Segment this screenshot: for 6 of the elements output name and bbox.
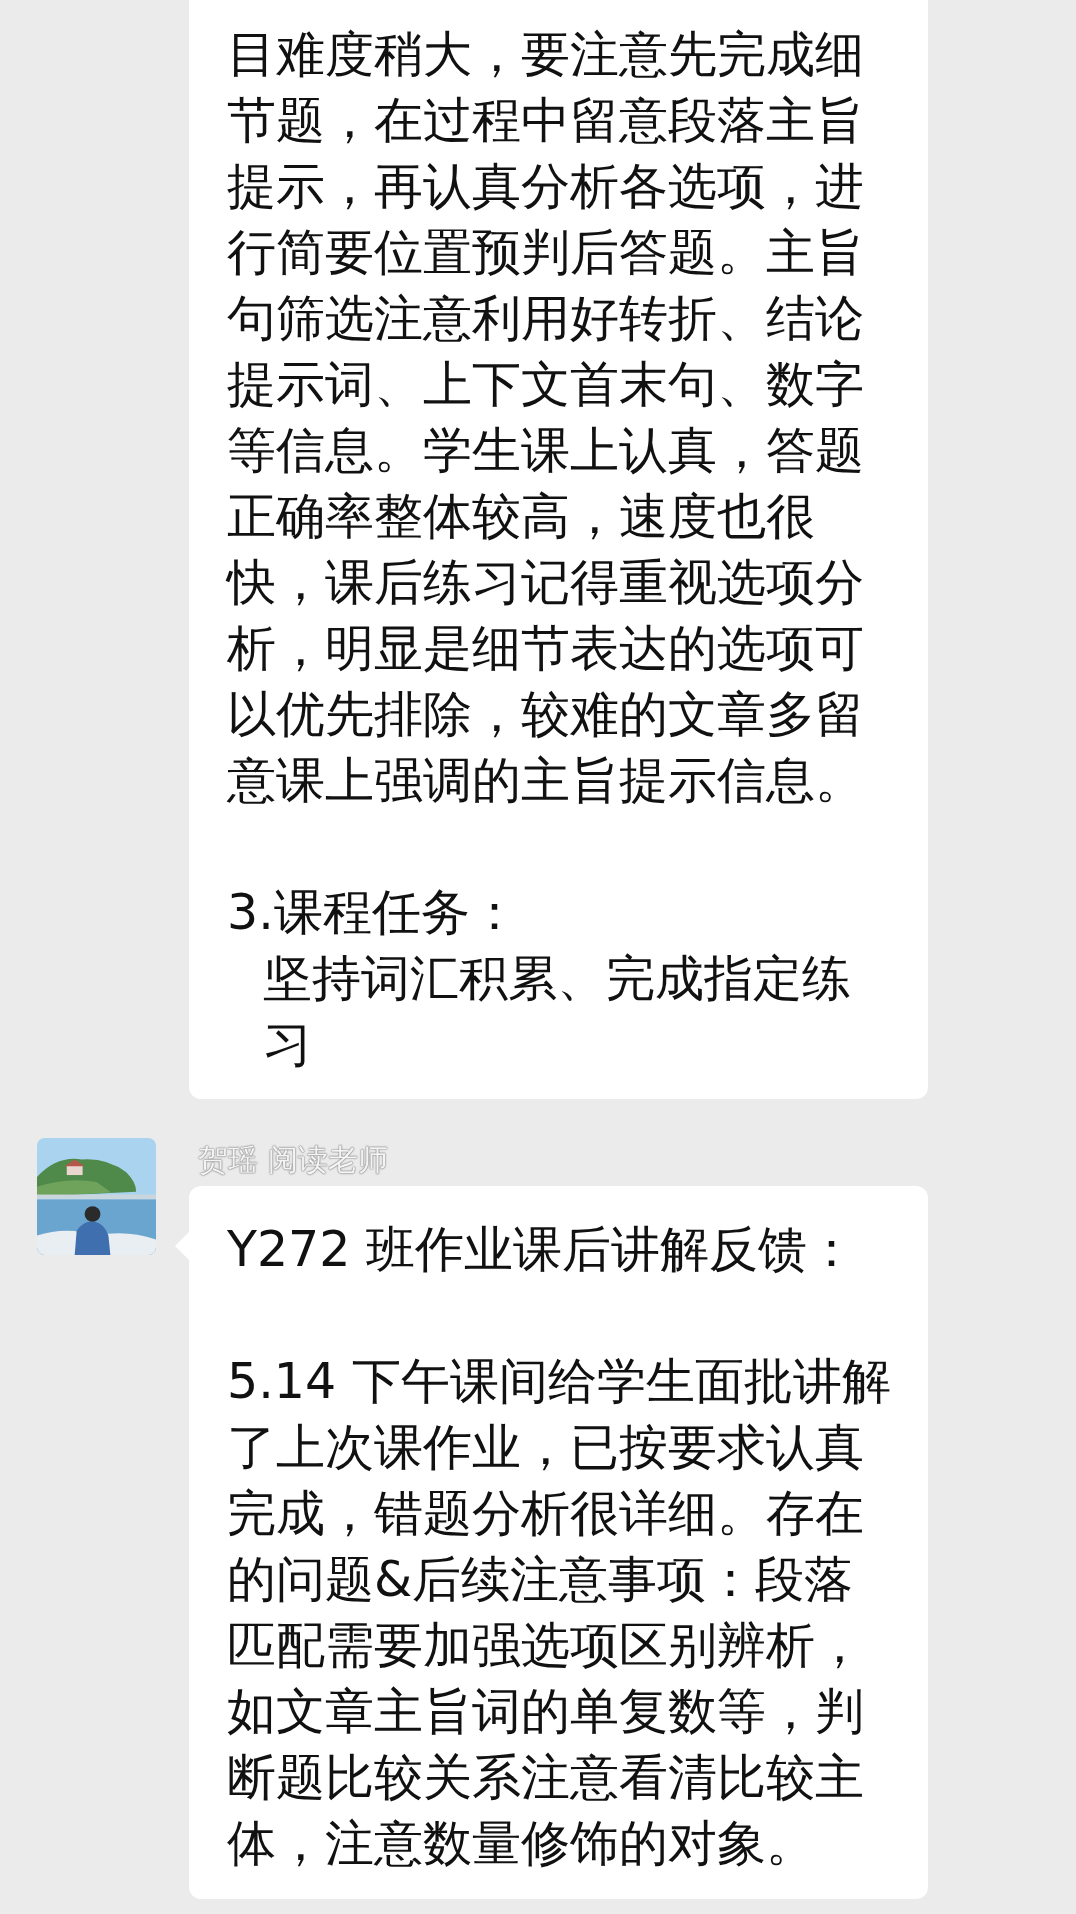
message-text: 3.课程任务： (227, 883, 520, 943)
message-text: 5.14 下午课间给学生面批讲解了上次课作业，已按要求认真完成，错题分析很详细。存在的问题&后续注意事项：段落匹配需要加强选项区别辨析，如文章主旨词的单复数等，判断题比较关系注意看清比较主体，注意数量修饰的对象。 (227, 1352, 892, 1874)
sender-name: 贺瑶 阅读老师 (198, 1141, 389, 1179)
message-text: Y272 班作业课后讲解反馈： (227, 1220, 858, 1280)
message-text: 目难度稍大，要注意先完成细节题，在过程中留意段落主旨提示，再认真分析各选项，进行简要位置预判后答题。主旨句筛选注意利用好转折、结论提示词、上下文首末句、数字等信息。学生课上认真，答题正确率整体较高，速度也很快，课后练习记得重视选项分析，明显是细节表达的选项可以优先排除，较难的文章多留意课上强调的主旨提示信息。 (227, 25, 865, 811)
message-text: 坚持词汇积累、完成指定练习 (262, 949, 852, 1075)
